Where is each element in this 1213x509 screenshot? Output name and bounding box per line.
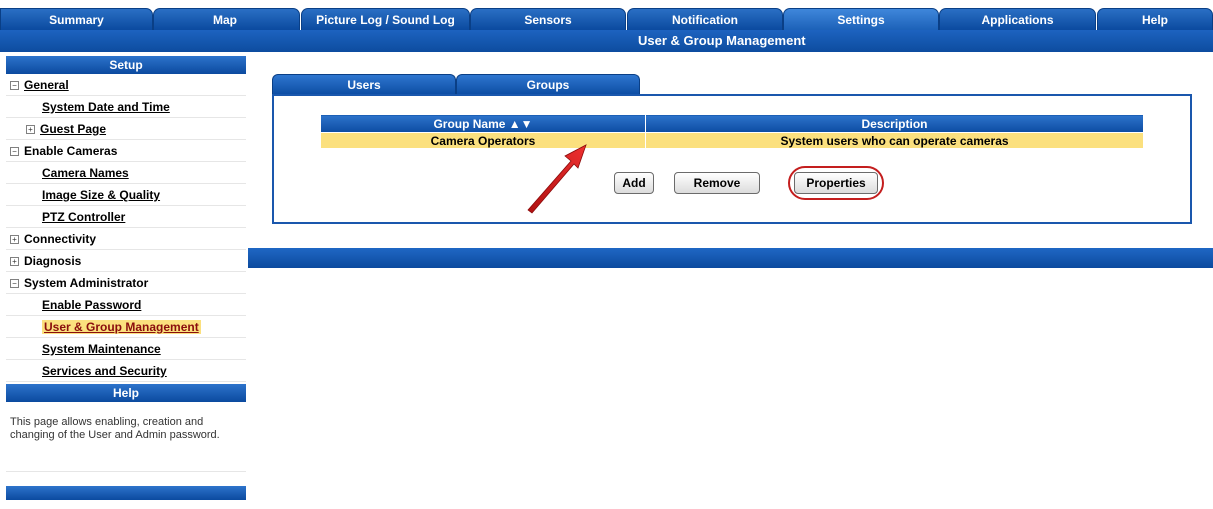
- tab-picture-log-label: Picture Log / Sound Log: [316, 13, 455, 27]
- help-spacer: [6, 472, 246, 486]
- sidebar-item-system-maintenance[interactable]: System Maintenance: [6, 338, 246, 360]
- sidebar-item-label: System Date and Time: [42, 100, 170, 114]
- tab-users[interactable]: Users: [272, 74, 456, 95]
- sidebar-item-label: System Administrator: [24, 276, 149, 290]
- table-row[interactable]: Camera Operators System users who can op…: [320, 132, 1144, 149]
- sidebar: Setup − General System Date and Time + Gue…: [6, 56, 246, 506]
- page-title: User & Group Management: [638, 33, 806, 48]
- tab-applications-label: Applications: [981, 13, 1054, 27]
- sidebar-item-system-administrator[interactable]: − System Administrator: [6, 272, 246, 294]
- tab-groups[interactable]: Groups: [456, 74, 640, 95]
- tab-summary-label: Summary: [49, 13, 104, 27]
- tab-applications[interactable]: Applications: [939, 8, 1096, 30]
- tab-sensors[interactable]: Sensors: [470, 8, 626, 30]
- expand-icon[interactable]: +: [10, 257, 19, 267]
- add-button[interactable]: Add: [614, 172, 654, 194]
- properties-button[interactable]: Properties: [794, 172, 878, 194]
- main-content: Users Groups Group Name ▲▼ Description C…: [248, 56, 1213, 268]
- tab-map[interactable]: Map: [153, 8, 300, 30]
- expand-icon[interactable]: +: [10, 235, 19, 245]
- collapse-icon[interactable]: −: [10, 279, 19, 289]
- tab-help-label: Help: [1141, 13, 1168, 27]
- setup-nav: − General System Date and Time + Guest Pag…: [6, 74, 246, 382]
- cell-group-name[interactable]: Camera Operators: [320, 132, 646, 149]
- tab-notification[interactable]: Notification: [627, 8, 783, 30]
- sidebar-item-enable-password[interactable]: Enable Password: [6, 294, 246, 316]
- groups-table: Group Name ▲▼ Description Camera Operato…: [320, 114, 1144, 149]
- content-bottom-bar: [248, 248, 1213, 268]
- sidebar-item-user-group-management[interactable]: User & Group Management: [6, 316, 246, 338]
- remove-button[interactable]: Remove: [674, 172, 760, 194]
- sidebar-item-label: Diagnosis: [24, 254, 82, 268]
- page-title-bar: User & Group Management: [0, 30, 1213, 52]
- sidebar-item-label: General: [24, 78, 69, 92]
- sidebar-item-services-security[interactable]: Services and Security: [6, 360, 246, 382]
- sidebar-item-ptz-controller[interactable]: PTZ Controller: [6, 206, 246, 228]
- sidebar-item-label: Services and Security: [42, 364, 167, 378]
- tab-help[interactable]: Help: [1097, 8, 1213, 30]
- column-header-description: Description: [645, 114, 1144, 133]
- collapse-icon[interactable]: −: [10, 81, 19, 91]
- collapse-icon[interactable]: −: [10, 147, 19, 157]
- sidebar-item-guest-page[interactable]: + Guest Page: [6, 118, 246, 140]
- sidebar-item-label: Guest Page: [40, 122, 107, 136]
- tab-picture-log[interactable]: Picture Log / Sound Log: [301, 8, 470, 30]
- tab-notification-label: Notification: [672, 13, 738, 27]
- help-text: This page allows enabling, creation and …: [6, 410, 246, 472]
- sidebar-bottom-bar: [6, 486, 246, 500]
- sidebar-item-label: Enable Cameras: [24, 144, 118, 158]
- expand-icon[interactable]: +: [26, 125, 35, 135]
- sidebar-item-general[interactable]: − General: [6, 74, 246, 96]
- tab-summary[interactable]: Summary: [0, 8, 153, 30]
- sidebar-item-label-current: User & Group Management: [42, 320, 201, 334]
- cell-description[interactable]: System users who can operate cameras: [645, 132, 1144, 149]
- sidebar-item-label: Connectivity: [24, 232, 97, 246]
- column-header-group-name[interactable]: Group Name ▲▼: [320, 114, 646, 133]
- help-spacer: [6, 402, 246, 410]
- sidebar-item-image-size-quality[interactable]: Image Size & Quality: [6, 184, 246, 206]
- tab-sensors-label: Sensors: [524, 13, 572, 27]
- sidebar-item-camera-names[interactable]: Camera Names: [6, 162, 246, 184]
- sidebar-item-system-date-time[interactable]: System Date and Time: [6, 96, 246, 118]
- sidebar-item-label: PTZ Controller: [42, 210, 126, 224]
- tab-map-label: Map: [213, 13, 237, 27]
- setup-heading: Setup: [6, 56, 246, 74]
- tab-settings-label: Settings: [837, 13, 885, 27]
- top-navigation: Summary Map Picture Log / Sound Log Sens…: [0, 0, 1213, 30]
- annotation-arrow-icon: [527, 144, 587, 214]
- sidebar-item-label: Enable Password: [42, 298, 142, 312]
- sidebar-item-diagnosis[interactable]: + Diagnosis: [6, 250, 246, 272]
- sidebar-item-enable-cameras[interactable]: − Enable Cameras: [6, 140, 246, 162]
- tab-settings[interactable]: Settings: [783, 8, 939, 30]
- sidebar-item-label: Camera Names: [42, 166, 129, 180]
- sidebar-item-label: Image Size & Quality: [42, 188, 161, 202]
- help-heading: Help: [6, 384, 246, 402]
- sidebar-item-connectivity[interactable]: + Connectivity: [6, 228, 246, 250]
- table-header-row: Group Name ▲▼ Description: [320, 114, 1144, 133]
- sidebar-item-label: System Maintenance: [42, 342, 161, 356]
- groups-panel: Group Name ▲▼ Description Camera Operato…: [272, 94, 1192, 224]
